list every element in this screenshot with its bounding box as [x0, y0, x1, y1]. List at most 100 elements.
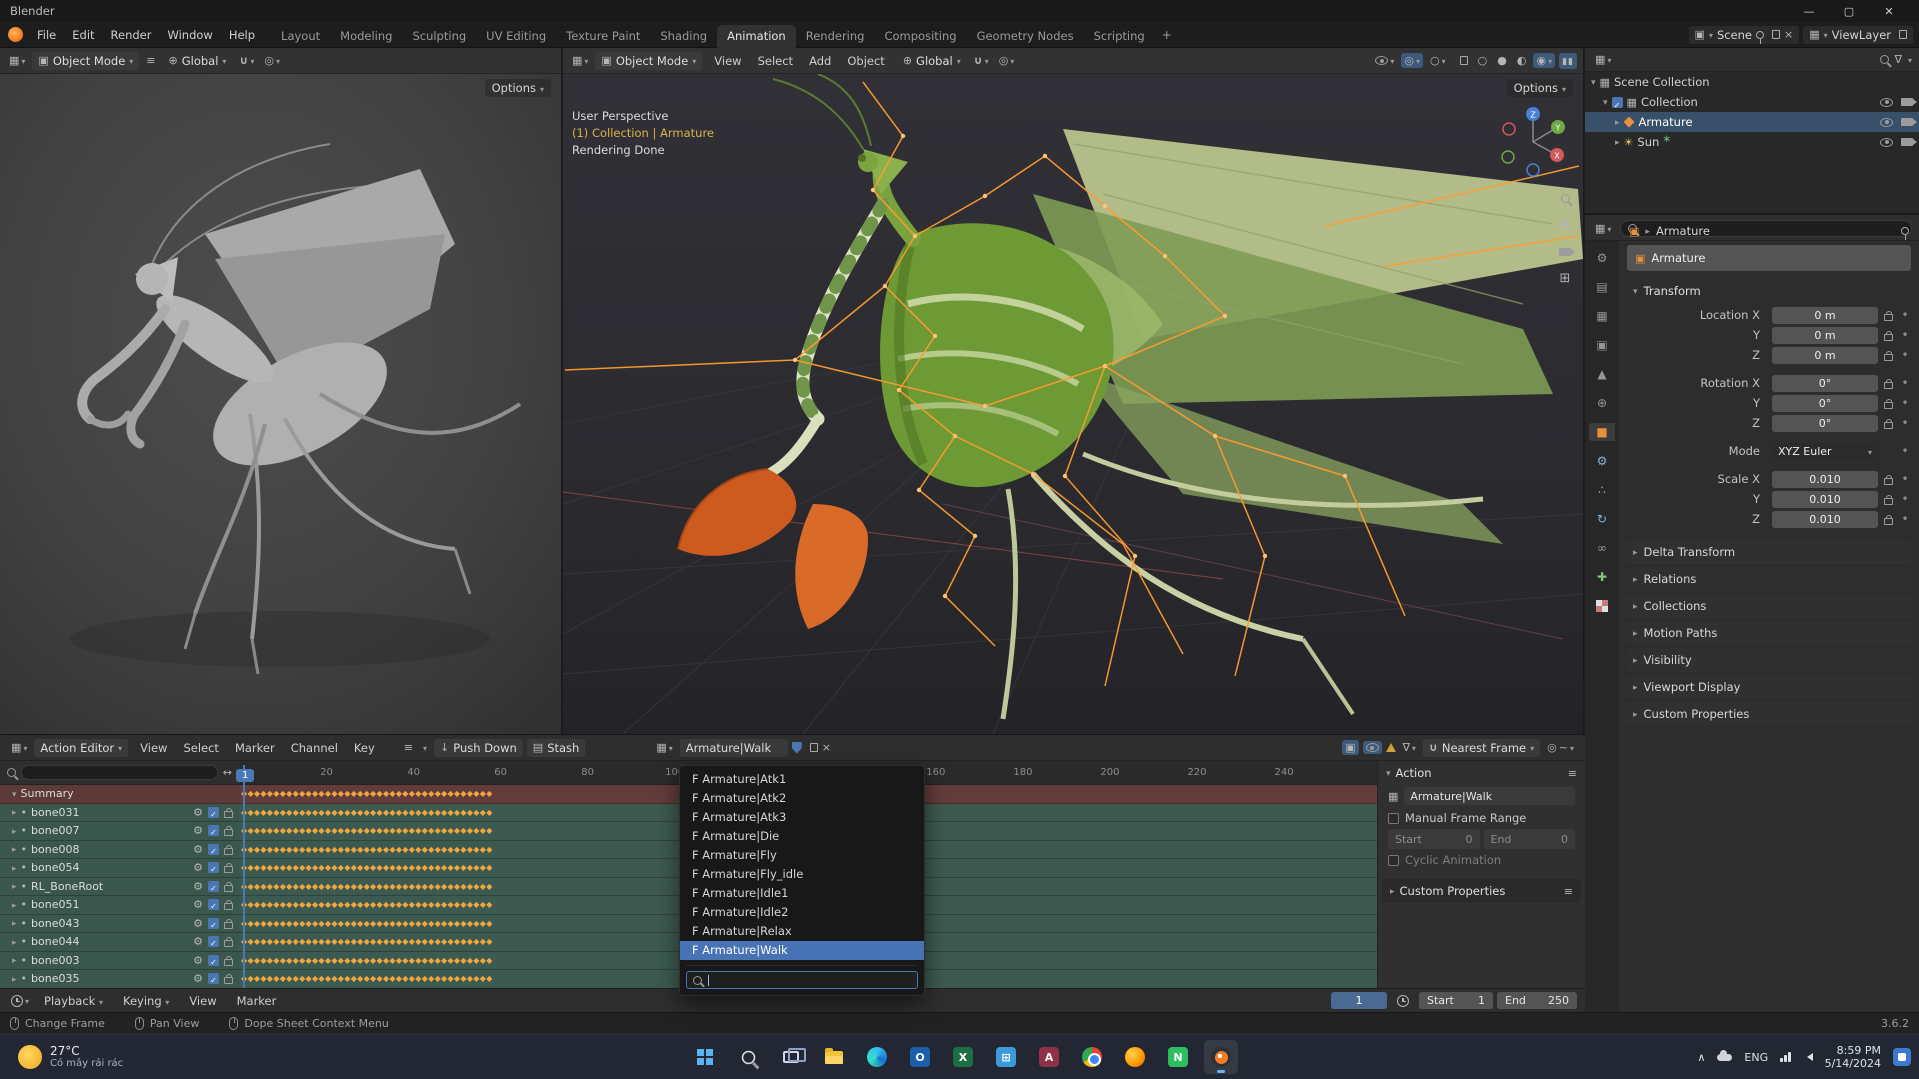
- keyframes[interactable]: ◆◆◆◆◆◆◆◆◆◆◆◆◆◆◆◆◆◆◆◆◆◆◆◆◆◆◆◆◆◆◆◆◆◆◆◆◆◆◆: [241, 896, 579, 913]
- editor-type-button[interactable]: [569, 53, 591, 68]
- expand-icon[interactable]: [1603, 96, 1608, 108]
- volume-icon[interactable]: [1803, 1053, 1813, 1061]
- lock-icon[interactable]: [1884, 314, 1893, 321]
- transform-panel-header[interactable]: Transform: [1625, 279, 1913, 303]
- menu-item[interactable]: Help: [221, 26, 263, 44]
- physics-properties-tab[interactable]: ↻: [1589, 510, 1615, 528]
- tool-properties-tab[interactable]: ⚙: [1589, 249, 1615, 267]
- scene-collection-label[interactable]: Scene Collection: [1614, 75, 1710, 89]
- workspace-tab[interactable]: Scripting: [1084, 25, 1155, 48]
- breadcrumb-label[interactable]: Armature: [1656, 224, 1710, 238]
- menu-item[interactable]: Window: [159, 26, 220, 44]
- rotation-mode-dropdown[interactable]: XYZ Euler: [1772, 443, 1878, 460]
- keyframes[interactable]: ◆◆◆◆◆◆◆◆◆◆◆◆◆◆◆◆◆◆◆◆◆◆◆◆◆◆◆◆◆◆◆◆◆◆◆◆◆◆◆: [241, 859, 579, 876]
- keyframes[interactable]: ◆◆◆◆◆◆◆◆◆◆◆◆◆◆◆◆◆◆◆◆◆◆◆◆◆◆◆◆◆◆◆◆◆◆◆◆◆◆◆: [241, 841, 579, 858]
- push-down-button[interactable]: Push Down: [434, 739, 523, 757]
- render-pause-button[interactable]: [1559, 53, 1577, 69]
- channel-enable-checkbox[interactable]: [208, 807, 219, 818]
- action-menu-item[interactable]: F Armature|Fly: [680, 846, 924, 865]
- ghost-toggle-icon[interactable]: [401, 740, 416, 755]
- outliner-row-armature[interactable]: Armature: [1585, 112, 1919, 132]
- animate-dot[interactable]: [1899, 492, 1911, 506]
- only-selected-toggle[interactable]: [1342, 740, 1358, 755]
- channel-lock-icon[interactable]: [224, 811, 233, 818]
- snap-mode-dropdown[interactable]: Nearest Frame: [1423, 739, 1540, 757]
- pan-hand-icon[interactable]: ✚: [1560, 219, 1571, 232]
- weather-widget[interactable]: 27°C Có mây rải rác: [10, 1035, 131, 1079]
- keyframes[interactable]: ◆◆◆◆◆◆◆◆◆◆◆◆◆◆◆◆◆◆◆◆◆◆◆◆◆◆◆◆◆◆◆◆◆◆◆◆◆◆◆: [241, 933, 579, 950]
- expand-icon[interactable]: [12, 917, 17, 929]
- minimize-button[interactable]: —: [1789, 0, 1829, 22]
- expand-icon[interactable]: [12, 973, 17, 985]
- lock-icon[interactable]: [1884, 382, 1893, 389]
- current-frame-marker[interactable]: 1: [243, 765, 245, 785]
- action-search-input[interactable]: [686, 971, 918, 989]
- add-workspace-button[interactable]: +: [1155, 25, 1179, 45]
- selectability-dropdown[interactable]: [1372, 53, 1397, 68]
- menu-item[interactable]: Add: [801, 52, 839, 70]
- viewport-right-canvas[interactable]: User Perspective (1) Collection | Armatu…: [563, 74, 1583, 734]
- menu-item[interactable]: Key: [346, 739, 383, 757]
- menu-item[interactable]: Marker: [227, 739, 283, 757]
- editor-type-button[interactable]: [1592, 221, 1614, 236]
- action-menu-item[interactable]: F Armature|Atk1: [680, 770, 924, 789]
- current-frame-badge[interactable]: 1: [236, 769, 254, 782]
- manual-frame-range-checkbox[interactable]: [1388, 813, 1399, 824]
- texture-properties-tab[interactable]: [1589, 597, 1615, 615]
- channel-name[interactable]: bone044: [31, 935, 79, 948]
- workspace-tab[interactable]: Rendering: [796, 25, 875, 48]
- workspace-tab[interactable]: Sculpting: [402, 25, 476, 48]
- search-button[interactable]: [731, 1040, 765, 1074]
- proportional-editing-toggle[interactable]: [1544, 740, 1577, 755]
- animate-dot[interactable]: [1899, 396, 1911, 410]
- copy-icon[interactable]: [1772, 30, 1780, 39]
- modifier-wrench-icon[interactable]: [193, 936, 203, 947]
- taskbar-clock[interactable]: 8:59 PM 5/14/2024: [1825, 1044, 1881, 1070]
- modifier-wrench-icon[interactable]: [193, 807, 203, 818]
- animate-dot[interactable]: [1899, 348, 1911, 362]
- channel-enable-checkbox[interactable]: [208, 862, 219, 873]
- blender-logo-icon[interactable]: [8, 27, 23, 42]
- armature-label[interactable]: Armature: [1639, 115, 1693, 129]
- channel-enable-checkbox[interactable]: [208, 825, 219, 836]
- render-visibility-icon[interactable]: [1901, 118, 1913, 126]
- sun-label[interactable]: Sun: [1637, 135, 1659, 149]
- editor-type-button[interactable]: [8, 993, 32, 1009]
- expand-icon[interactable]: [1591, 76, 1596, 88]
- action-menu-item[interactable]: F Armature|Idle2: [680, 903, 924, 922]
- excel-button[interactable]: X: [946, 1040, 980, 1074]
- action-name-field[interactable]: Armature|Walk: [680, 739, 788, 757]
- outliner-row-sun[interactable]: Sun: [1585, 132, 1919, 152]
- animate-dot[interactable]: [1899, 416, 1911, 430]
- rotation-z-field[interactable]: 0°: [1772, 415, 1878, 432]
- channel-enable-checkbox[interactable]: [208, 973, 219, 984]
- xray-toggle[interactable]: [1453, 54, 1471, 67]
- mode-dropdown[interactable]: Object Mode: [595, 52, 702, 70]
- keyframes[interactable]: ◆◆◆◆◆◆◆◆◆◆◆◆◆◆◆◆◆◆◆◆◆◆◆◆◆◆◆◆◆◆◆◆◆◆◆◆◆◆◆: [241, 804, 579, 821]
- workspace-tab[interactable]: Texture Paint: [556, 25, 650, 48]
- hide-eye-icon[interactable]: [1880, 118, 1893, 127]
- animate-dot[interactable]: [1899, 308, 1911, 322]
- action-menu-item[interactable]: F Armature|Atk2: [680, 789, 924, 808]
- warning-icon[interactable]: [1386, 743, 1396, 752]
- viewport-right[interactable]: Object Mode ViewSelectAddObject Global: [563, 48, 1584, 734]
- menu-item[interactable]: Render: [103, 26, 160, 44]
- properties-section-header[interactable]: Relations: [1625, 567, 1913, 591]
- expand-icon[interactable]: [12, 899, 17, 911]
- world-properties-tab[interactable]: ⊕: [1589, 394, 1615, 412]
- rotation-y-field[interactable]: 0°: [1772, 395, 1878, 412]
- lock-icon[interactable]: [1884, 422, 1893, 429]
- channel-enable-checkbox[interactable]: [208, 955, 219, 966]
- particles-properties-tab[interactable]: ∴: [1589, 481, 1615, 499]
- channel-enable-checkbox[interactable]: [208, 899, 219, 910]
- lock-icon[interactable]: [1884, 402, 1893, 409]
- lock-icon[interactable]: [1884, 478, 1893, 485]
- collection-checkbox[interactable]: [1612, 97, 1623, 108]
- shading-rendered-button[interactable]: [1533, 53, 1555, 68]
- chrome-button[interactable]: [1075, 1040, 1109, 1074]
- custom-properties-panel[interactable]: Custom Properties: [1382, 879, 1581, 903]
- view-menu[interactable]: View: [181, 992, 224, 1010]
- collection-label[interactable]: Collection: [1641, 95, 1698, 109]
- animate-dot[interactable]: [1899, 376, 1911, 390]
- network-icon[interactable]: [1780, 1052, 1791, 1062]
